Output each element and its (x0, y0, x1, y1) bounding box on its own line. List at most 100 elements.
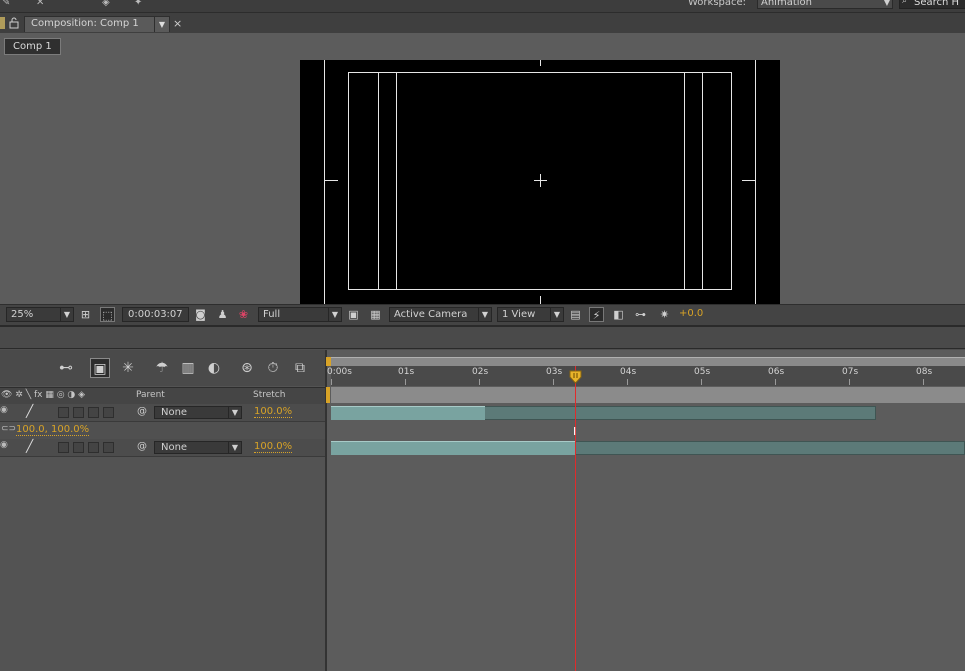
work-area-bar[interactable] (331, 387, 965, 403)
resolution-value: Full (263, 309, 281, 320)
time-ruler[interactable] (331, 366, 965, 386)
switch-box[interactable] (58, 442, 69, 453)
safe-zones-overlay (324, 60, 756, 304)
scale-property-row[interactable]: ⊂⊃ 100.0, 100.0% (0, 422, 325, 440)
chevron-down-icon: ▼ (228, 442, 241, 453)
switch-box[interactable] (73, 407, 84, 418)
current-time-display[interactable]: 0:00:03:07 (122, 307, 189, 322)
comp-mini-flowchart-icon[interactable]: ⊷ (56, 358, 76, 378)
ruler-label: 01s (398, 367, 415, 377)
timeline-icon[interactable]: ◧ (611, 307, 626, 322)
zoom-select[interactable]: 25% ▼ (6, 307, 74, 322)
live-update-icon[interactable]: ▣ (90, 358, 110, 378)
pin-tool-icon[interactable]: ✦ (134, 0, 142, 8)
eye-icon[interactable]: ◉ (0, 440, 8, 450)
show-snapshot-icon[interactable]: ♟ (215, 307, 230, 322)
navigator-start-handle[interactable] (326, 357, 331, 366)
ruler-tick (553, 379, 554, 385)
switch-box[interactable] (103, 442, 114, 453)
channels-icon[interactable]: ❀ (236, 307, 251, 322)
link-icon[interactable]: ⊂⊃ (1, 424, 16, 434)
ruler-tick (627, 379, 628, 385)
ruler-tick (405, 379, 406, 385)
chevron-down-icon: ▼ (883, 0, 890, 7)
parent-value: None (161, 407, 188, 418)
ruler-label: 04s (620, 367, 637, 377)
fast-draft-icon[interactable]: ⚡ (589, 307, 604, 322)
fit-icon[interactable]: ⊞ (78, 307, 93, 322)
ruler-tick (701, 379, 702, 385)
layer-bar-highlight[interactable] (331, 441, 576, 455)
resolution-select[interactable]: Full ▼ (258, 307, 342, 322)
chevron-down-icon: ▼ (60, 308, 73, 321)
fast-previews-icon[interactable]: ▣ (346, 307, 361, 322)
chevron-down-icon[interactable]: ▼ (154, 17, 169, 32)
puppet-tool-icon[interactable]: ✕ (36, 0, 44, 8)
eye-icon[interactable]: ◉ (0, 405, 8, 415)
tab-composition[interactable]: Composition: Comp 1 ▼ (24, 16, 170, 32)
layer-row[interactable]: ◉ ╱ @ None ▼ 100.0% (0, 439, 325, 457)
pen-tool-icon[interactable]: ✎ (2, 0, 10, 8)
draft-3d-icon[interactable]: ✳ (118, 358, 138, 378)
frame-blending-icon[interactable]: ▥ (178, 358, 198, 378)
exposure-icon[interactable]: ✷ (657, 307, 672, 322)
ruler-label: 07s (842, 367, 859, 377)
switch-box[interactable] (103, 407, 114, 418)
parent-column-header[interactable]: Parent (136, 390, 165, 400)
layer-row[interactable]: ◉ ╱ @ None ▼ 100.0% (0, 404, 325, 422)
close-icon[interactable]: × (173, 17, 182, 30)
quality-switch-icon[interactable]: ╱ (26, 404, 33, 418)
graph-editor-icon[interactable]: ⧉ (290, 358, 310, 378)
timeline-column-headers: 👁 ✲ ╲ fx ▦ ◎ ◑ ◈ Parent Stretch (0, 387, 325, 405)
switch-box[interactable] (88, 407, 99, 418)
pick-whip-icon[interactable]: @ (137, 441, 147, 452)
lock-icon[interactable] (9, 17, 20, 29)
exposure-value[interactable]: +0.0 (679, 308, 703, 319)
ruler-label: 03s (546, 367, 563, 377)
chevron-down-icon: ▼ (228, 407, 241, 418)
chevron-down-icon: ▼ (478, 308, 491, 321)
panel-grip[interactable] (0, 17, 5, 29)
layer-bar-highlight[interactable] (331, 406, 485, 420)
camera-snapshot-icon[interactable]: ◙ (193, 307, 208, 322)
composition-canvas[interactable] (300, 60, 780, 304)
view-layout-value: 1 View (502, 309, 536, 320)
workspace-value: Animation (761, 0, 812, 8)
brainstorm-icon[interactable]: ⊛ (237, 358, 257, 378)
switch-box[interactable] (58, 407, 69, 418)
stretch-column-header[interactable]: Stretch (253, 390, 285, 400)
ruler-label: 0:00s (327, 367, 352, 377)
view-layout-select[interactable]: 1 View ▼ (497, 307, 564, 322)
auto-keyframe-icon[interactable]: ⏱ (263, 358, 283, 378)
motion-blur-icon[interactable]: ◐ (204, 358, 224, 378)
switch-box[interactable] (73, 442, 84, 453)
zoom-value: 25% (11, 309, 34, 320)
switch-box[interactable] (88, 442, 99, 453)
quality-switch-icon[interactable]: ╱ (26, 439, 33, 453)
shape-tool-icon[interactable]: ◈ (102, 0, 110, 8)
time-navigator[interactable] (331, 357, 965, 366)
parent-select[interactable]: None ▼ (154, 441, 242, 454)
work-area-start-handle[interactable] (326, 387, 330, 403)
ruler-tick (849, 379, 850, 385)
search-help-input[interactable]: Search H (899, 0, 965, 9)
stretch-value[interactable]: 100.0% (254, 406, 293, 418)
flowchart-icon[interactable]: ⊶ (633, 307, 648, 322)
workspace-select[interactable]: Animation ▼ (757, 0, 893, 9)
current-time-indicator-line (575, 366, 576, 671)
active-camera-select[interactable]: Active Camera ▼ (389, 307, 492, 322)
parent-select[interactable]: None ▼ (154, 406, 242, 419)
hide-shy-layers-icon[interactable]: ☂ (152, 358, 172, 378)
transparency-grid-icon[interactable]: ▦ (368, 307, 383, 322)
breadcrumb[interactable]: Comp 1 (4, 38, 61, 55)
stretch-value[interactable]: 100.0% (254, 441, 293, 453)
chevron-down-icon: ▼ (328, 308, 341, 321)
current-time-indicator[interactable] (569, 370, 582, 384)
region-of-interest-icon[interactable]: ⬚ (100, 307, 115, 322)
toggle-pixel-aspect-icon[interactable]: ▤ (568, 307, 583, 322)
ruler-label: 02s (472, 367, 489, 377)
scale-value[interactable]: 100.0, 100.0% (16, 424, 90, 436)
workspace-label: Workspace: (688, 0, 747, 8)
search-icon: ⌕ (902, 0, 908, 6)
pick-whip-icon[interactable]: @ (137, 406, 147, 417)
